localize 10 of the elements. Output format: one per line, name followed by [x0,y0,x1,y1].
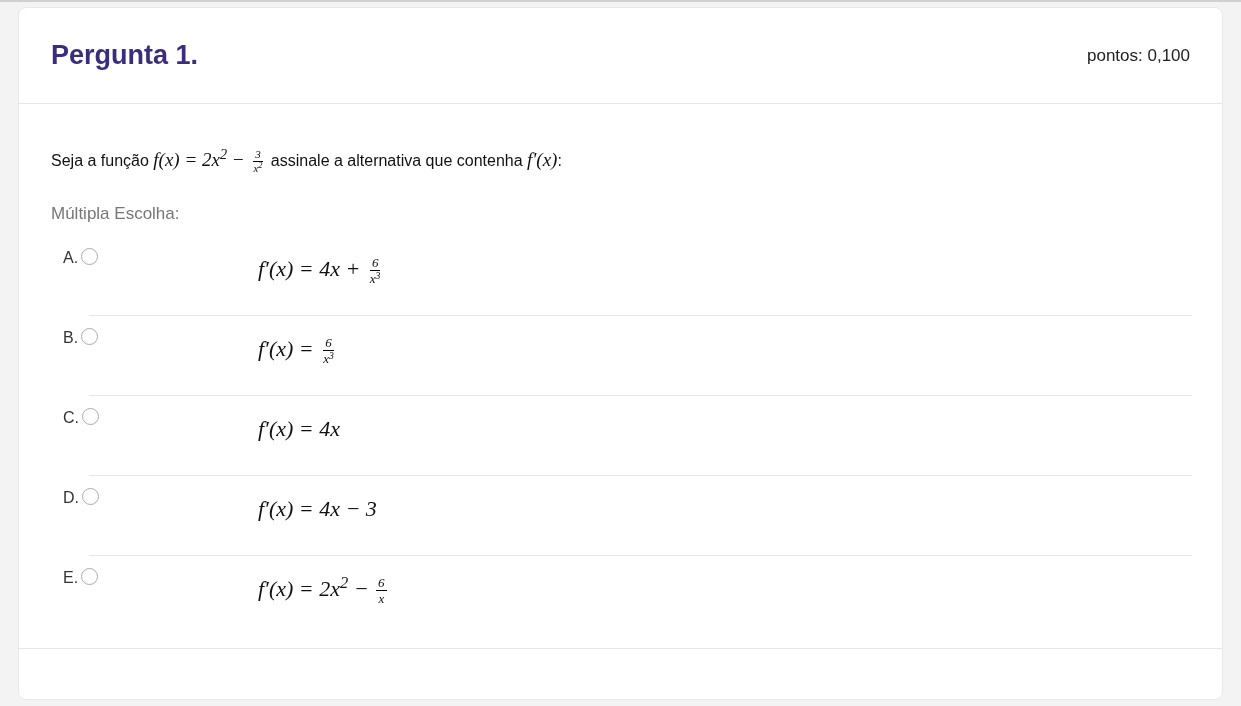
question-title: Pergunta 1. [51,39,199,73]
option-letter: B. [63,328,79,348]
option-letter: D. [63,488,79,508]
option-letter: C. [63,408,79,428]
points-label: pontos: 0,100 [1086,44,1190,67]
math-formula: f′(x) = 4x − 3 [258,495,377,523]
option-letter: E. [63,568,79,588]
choice-label: Múltipla Escolha: [51,202,180,225]
option-letter: A. [63,248,79,268]
math-formula: f′(x) = 4x [258,415,340,443]
